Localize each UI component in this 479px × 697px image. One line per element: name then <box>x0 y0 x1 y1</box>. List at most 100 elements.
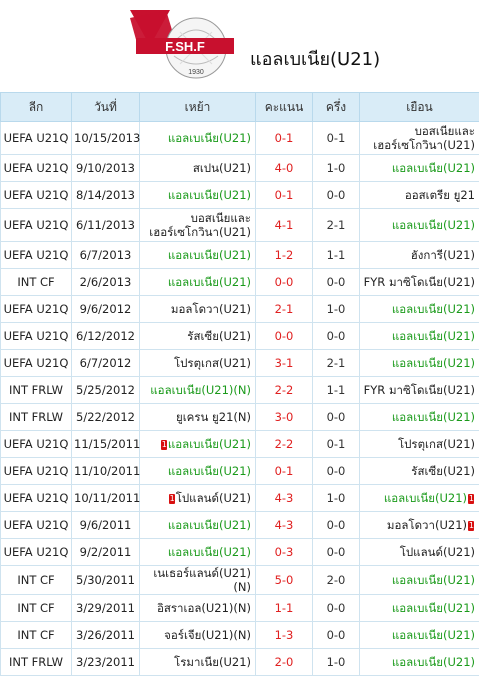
cell-away-team[interactable]: แอลเบเนีย(U21) <box>359 154 479 182</box>
cell-score-text[interactable]: 4-0 <box>275 161 294 175</box>
col-header-home[interactable]: เหย้า <box>139 92 256 122</box>
cell-home-team[interactable]: แอลเบเนีย(U21)(N) <box>139 376 256 404</box>
cell-score[interactable]: 2-0 <box>255 648 313 676</box>
col-header-league[interactable]: ลีก <box>0 92 72 122</box>
cell-away-team[interactable]: แอลเบเนีย(U21) <box>359 621 479 649</box>
cell-away-team-text[interactable]: โปรตุเกส(U21) <box>398 437 475 451</box>
cell-home-team[interactable]: โปรตุเกส(U21) <box>139 349 256 377</box>
cell-score-text[interactable]: 0-0 <box>275 275 294 289</box>
cell-score-text[interactable]: 0-1 <box>275 188 294 202</box>
cell-away-team[interactable]: แอลเบเนีย(U21) <box>359 322 479 350</box>
cell-score-text[interactable]: 2-0 <box>275 655 294 669</box>
cell-away-team[interactable]: ออสเตรีย ยู21 <box>359 181 479 209</box>
cell-score-text[interactable]: 2-2 <box>275 437 294 451</box>
cell-home-team-text[interactable]: โปรตุเกส(U21) <box>174 356 251 370</box>
cell-score-text[interactable]: 0-1 <box>275 464 294 478</box>
cell-away-team[interactable]: รัสเซีย(U21) <box>359 457 479 485</box>
cell-score[interactable]: 4-3 <box>255 484 313 512</box>
cell-score-text[interactable]: 3-0 <box>275 410 294 424</box>
cell-home-team-text[interactable]: แอลเบเนีย(U21) <box>168 188 251 202</box>
cell-score-text[interactable]: 5-0 <box>275 573 294 587</box>
cell-home-team-text[interactable]: จอร์เจีย(U21)(N) <box>164 628 251 642</box>
cell-home-team[interactable]: บอสเนียและเฮอร์เซโกวินา(U21) <box>139 208 256 242</box>
cell-home-team[interactable]: แอลเบเนีย(U21) <box>139 538 256 566</box>
cell-away-team[interactable]: แอลเบเนีย(U21) <box>359 208 479 242</box>
cell-score[interactable]: 5-0 <box>255 565 313 595</box>
cell-home-team-text[interactable]: โปแลนด์(U21) <box>176 491 251 505</box>
cell-home-team[interactable]: มอลโดวา(U21) <box>139 295 256 323</box>
cell-home-team[interactable]: แอลเบเนีย(U21) <box>139 121 256 155</box>
cell-home-team[interactable]: 1แอลเบเนีย(U21) <box>139 430 256 458</box>
cell-score[interactable]: 0-1 <box>255 457 313 485</box>
cell-away-team-text[interactable]: มอลโดวา(U21) <box>387 518 467 532</box>
cell-score-text[interactable]: 4-1 <box>275 218 294 232</box>
cell-home-team[interactable]: สเปน(U21) <box>139 154 256 182</box>
cell-away-team[interactable]: แอลเบเนีย(U21) <box>359 295 479 323</box>
cell-score-text[interactable]: 0-0 <box>275 329 294 343</box>
cell-score-text[interactable]: 1-3 <box>275 628 294 642</box>
cell-home-team[interactable]: เนเธอร์แลนด์(U21)(N) <box>139 565 256 595</box>
cell-home-team[interactable]: แอลเบเนีย(U21) <box>139 511 256 539</box>
cell-away-team-text[interactable]: แอลเบเนีย(U21) <box>392 628 475 642</box>
cell-score[interactable]: 4-1 <box>255 208 313 242</box>
cell-home-team-text[interactable]: แอลเบเนีย(U21)(N) <box>150 383 251 397</box>
cell-score-text[interactable]: 1-1 <box>275 601 294 615</box>
cell-score[interactable]: 0-1 <box>255 181 313 209</box>
cell-home-team-text[interactable]: เนเธอร์แลนด์(U21)(N) <box>153 566 251 594</box>
cell-home-team[interactable]: แอลเบเนีย(U21) <box>139 268 256 296</box>
cell-away-team-text[interactable]: โปแลนด์(U21) <box>400 545 475 559</box>
cell-home-team[interactable]: อิสราเอล(U21)(N) <box>139 594 256 622</box>
cell-score[interactable]: 1-3 <box>255 621 313 649</box>
cell-away-team[interactable]: มอลโดวา(U21) 1 <box>359 511 479 539</box>
cell-away-team-text[interactable]: FYR มาซิโดเนีย(U21) <box>364 383 475 397</box>
cell-score[interactable]: 2-2 <box>255 430 313 458</box>
cell-score[interactable]: 3-0 <box>255 403 313 431</box>
cell-away-team[interactable]: แอลเบเนีย(U21) <box>359 565 479 595</box>
cell-score[interactable]: 0-0 <box>255 322 313 350</box>
cell-away-team-text[interactable]: แอลเบเนีย(U21) <box>392 302 475 316</box>
cell-away-team-text[interactable]: แอลเบเนีย(U21) <box>392 601 475 615</box>
cell-home-team[interactable]: แอลเบเนีย(U21) <box>139 241 256 269</box>
cell-score-text[interactable]: 4-3 <box>275 491 294 505</box>
cell-away-team-text[interactable]: FYR มาซิโดเนีย(U21) <box>364 275 475 289</box>
cell-away-team[interactable]: แอลเบเนีย(U21) <box>359 648 479 676</box>
cell-score-text[interactable]: 2-2 <box>275 383 294 397</box>
cell-score-text[interactable]: 3-1 <box>275 356 294 370</box>
cell-away-team-text[interactable]: แอลเบเนีย(U21) <box>392 356 475 370</box>
cell-home-team[interactable]: จอร์เจีย(U21)(N) <box>139 621 256 649</box>
cell-away-team[interactable]: FYR มาซิโดเนีย(U21) <box>359 376 479 404</box>
cell-away-team-text[interactable]: ออสเตรีย ยู21 <box>405 188 475 202</box>
cell-score[interactable]: 4-0 <box>255 154 313 182</box>
cell-away-team-text[interactable]: บอสเนียและเฮอร์เซโกวินา(U21) <box>373 124 475 152</box>
cell-home-team-text[interactable]: อิสราเอล(U21)(N) <box>157 601 251 615</box>
cell-home-team-text[interactable]: รัสเซีย(U21) <box>187 329 251 343</box>
cell-away-team[interactable]: แอลเบเนีย(U21) <box>359 403 479 431</box>
cell-score-text[interactable]: 1-2 <box>275 248 294 262</box>
cell-score[interactable]: 4-3 <box>255 511 313 539</box>
cell-away-team[interactable]: FYR มาซิโดเนีย(U21) <box>359 268 479 296</box>
cell-score-text[interactable]: 4-3 <box>275 518 294 532</box>
cell-score-text[interactable]: 0-3 <box>275 545 294 559</box>
cell-away-team-text[interactable]: แอลเบเนีย(U21) <box>384 491 467 505</box>
cell-score[interactable]: 1-2 <box>255 241 313 269</box>
cell-score-text[interactable]: 0-1 <box>275 131 294 145</box>
cell-away-team[interactable]: โปรตุเกส(U21) <box>359 430 479 458</box>
cell-home-team-text[interactable]: แอลเบเนีย(U21) <box>168 131 251 145</box>
cell-home-team-text[interactable]: ยูเครน ยู21(N) <box>176 410 251 424</box>
cell-score[interactable]: 0-1 <box>255 121 313 155</box>
cell-home-team[interactable]: รัสเซีย(U21) <box>139 322 256 350</box>
cell-score[interactable]: 2-1 <box>255 295 313 323</box>
cell-away-team[interactable]: ฮังการี(U21) <box>359 241 479 269</box>
cell-home-team-text[interactable]: แอลเบเนีย(U21) <box>168 275 251 289</box>
cell-away-team-text[interactable]: รัสเซีย(U21) <box>411 464 475 478</box>
cell-home-team-text[interactable]: แอลเบเนีย(U21) <box>168 464 251 478</box>
cell-home-team-text[interactable]: บอสเนียและเฮอร์เซโกวินา(U21) <box>149 211 251 239</box>
cell-score-text[interactable]: 2-1 <box>275 302 294 316</box>
col-header-away[interactable]: เยือน <box>359 92 479 122</box>
cell-away-team-text[interactable]: แอลเบเนีย(U21) <box>392 329 475 343</box>
col-header-date[interactable]: วันที่ <box>71 92 140 122</box>
cell-home-team-text[interactable]: มอลโดวา(U21) <box>171 302 251 316</box>
cell-home-team-text[interactable]: แอลเบเนีย(U21) <box>168 437 251 451</box>
cell-home-team[interactable]: 1โปแลนด์(U21) <box>139 484 256 512</box>
cell-score[interactable]: 3-1 <box>255 349 313 377</box>
